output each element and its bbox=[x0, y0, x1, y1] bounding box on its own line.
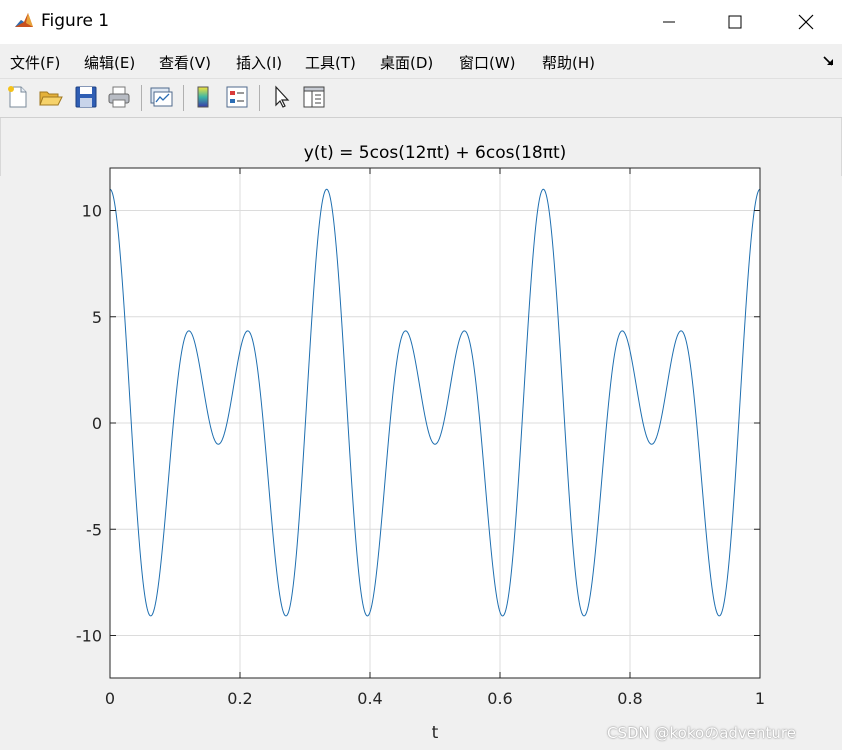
close-button[interactable] bbox=[783, 0, 829, 44]
x-axis-label: t bbox=[432, 723, 439, 743]
menu-desktop[interactable]: 桌面(D) bbox=[380, 52, 433, 73]
x-tick-label: 0.8 bbox=[617, 689, 642, 708]
menu-bar: 文件(F) 编辑(E) 查看(V) 插入(I) 工具(T) 桌面(D) 窗口(W… bbox=[0, 44, 842, 78]
menu-edit[interactable]: 编辑(E) bbox=[84, 52, 135, 73]
y-tick-label: 5 bbox=[92, 308, 102, 327]
maximize-icon bbox=[728, 15, 742, 29]
menu-file[interactable]: 文件(F) bbox=[10, 52, 60, 73]
x-tick-label: 0.4 bbox=[357, 689, 382, 708]
matlab-icon bbox=[13, 10, 35, 32]
y-tick-label: 10 bbox=[82, 202, 102, 221]
title-bar[interactable]: Figure 1 bbox=[0, 0, 842, 44]
menu-window[interactable]: 窗口(W) bbox=[459, 52, 516, 73]
toolbar-separator bbox=[141, 85, 142, 111]
menu-view[interactable]: 查看(V) bbox=[159, 52, 211, 73]
y-tick-label: -5 bbox=[86, 520, 102, 539]
plot-area[interactable]: 0 0.2 0.4 0.6 0.8 1 -10 -5 0 5 10 y(t) = 5cos(12πt… bbox=[0, 118, 842, 750]
x-tick-label: 0.2 bbox=[227, 689, 252, 708]
minimize-button[interactable] bbox=[646, 0, 692, 44]
window-title: Figure 1 bbox=[41, 11, 110, 31]
close-icon bbox=[798, 14, 814, 30]
save-icon[interactable] bbox=[73, 84, 99, 110]
x-tick-label: 0.6 bbox=[487, 689, 512, 708]
pointer-icon[interactable] bbox=[268, 84, 294, 110]
menu-help[interactable]: 帮助(H) bbox=[542, 52, 595, 73]
open-folder-icon[interactable] bbox=[38, 84, 64, 110]
toolbar-separator bbox=[259, 85, 260, 111]
y-tick-label: 0 bbox=[92, 414, 102, 433]
figure-window: Figure 1 文件(F) 编辑(E) 查看(V) 插入(I) 工具(T) 桌… bbox=[0, 0, 842, 750]
watermark: CSDN @kokoのadventure bbox=[607, 724, 796, 742]
menu-insert[interactable]: 插入(I) bbox=[236, 52, 282, 73]
property-inspector-icon[interactable] bbox=[301, 84, 327, 110]
minimize-icon bbox=[663, 21, 675, 23]
toolbar-separator bbox=[183, 85, 184, 111]
colorbar-icon[interactable] bbox=[191, 84, 217, 110]
toolbar bbox=[0, 78, 842, 118]
legend-icon[interactable] bbox=[224, 84, 250, 110]
new-file-icon[interactable] bbox=[5, 84, 31, 110]
chart-title: y(t) = 5cos(12πt) + 6cos(18πt) bbox=[304, 143, 567, 163]
x-tick-label: 0 bbox=[105, 689, 115, 708]
maximize-button[interactable] bbox=[712, 0, 758, 44]
x-tick-label: 1 bbox=[755, 689, 765, 708]
link-plot-icon[interactable] bbox=[148, 84, 174, 110]
menu-tools[interactable]: 工具(T) bbox=[305, 52, 356, 73]
y-tick-label: -10 bbox=[76, 627, 102, 646]
print-icon[interactable] bbox=[106, 84, 132, 110]
dock-arrow-icon[interactable] bbox=[822, 54, 836, 68]
